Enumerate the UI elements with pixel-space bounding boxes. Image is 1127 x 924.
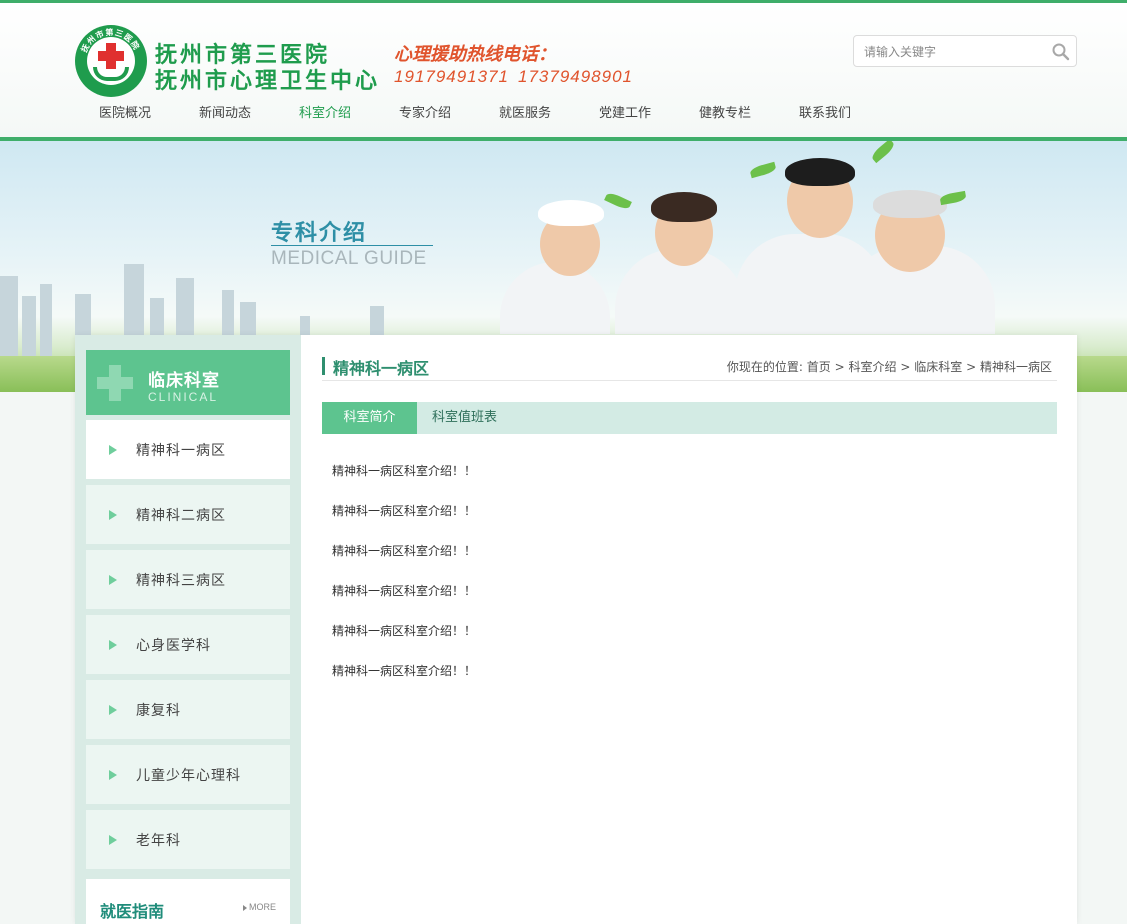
intro-paragraph: 精神科一病区科室介绍！！ xyxy=(332,504,477,518)
intro-paragraph: 精神科一病区科室介绍！！ xyxy=(332,584,477,598)
city-building xyxy=(40,284,52,356)
site-header: 抚州市第三医院 抚州市第三医院 抚州市心理卫生中心 心理援助热线电话： 1917… xyxy=(0,3,1127,139)
hotline-label: 心理援助热线电话： xyxy=(394,44,556,65)
medical-guide-title: 就医指南 xyxy=(100,902,165,921)
hospital-logo-icon[interactable]: 抚州市第三医院 xyxy=(75,25,147,97)
tab-duty-schedule[interactable]: 科室值班表 xyxy=(417,402,512,434)
nav-item-hospital-overview[interactable]: 医院概况 xyxy=(75,103,175,127)
breadcrumb-separator: > xyxy=(834,360,845,374)
title-accent-bar xyxy=(322,357,325,375)
female-doctor-figure xyxy=(615,164,745,334)
sidebar-item-label: 心身医学科 xyxy=(136,638,211,654)
sidebar-title: 临床科室 xyxy=(148,371,220,391)
content-header: 精神科一病区 你现在的位置: 首页 > 科室介绍 > 临床科室 > 精神科一病区 xyxy=(322,353,1057,381)
sidebar: 临床科室 CLINICAL 精神科一病区 精神科二病区 精神科三病区 心身医学科 xyxy=(75,335,301,924)
nav-item-contact[interactable]: 联系我们 xyxy=(775,103,875,127)
sidebar-item-label: 儿童少年心理科 xyxy=(136,768,241,784)
breadcrumb-separator: > xyxy=(900,360,911,374)
triangle-right-icon xyxy=(109,640,117,650)
sidebar-item-rehabilitation[interactable]: 康复科 xyxy=(86,680,290,739)
sidebar-item-label: 康复科 xyxy=(136,703,181,719)
red-cross-icon-h xyxy=(98,51,124,61)
city-building xyxy=(22,296,36,356)
sidebar-subtitle: CLINICAL xyxy=(148,390,219,404)
banner-title-rule xyxy=(271,245,433,246)
content-wrapper: 临床科室 CLINICAL 精神科一病区 精神科二病区 精神科三病区 心身医学科 xyxy=(75,335,1077,924)
triangle-right-icon xyxy=(109,445,117,455)
sidebar-item-label: 老年科 xyxy=(136,833,181,849)
sidebar-item-ward-1[interactable]: 精神科一病区 xyxy=(86,420,290,479)
main-nav: 医院概况 新闻动态 科室介绍 专家介绍 就医服务 党建工作 健教专栏 联系我们 xyxy=(75,103,875,127)
search-box xyxy=(853,35,1077,67)
hotline-number: 17379498901 xyxy=(518,67,634,86)
nurse-figure xyxy=(500,184,610,334)
sidebar-item-psychosomatic[interactable]: 心身医学科 xyxy=(86,615,290,674)
sidebar-item-child-psychology[interactable]: 儿童少年心理科 xyxy=(86,745,290,804)
sidebar-item-ward-2[interactable]: 精神科二病区 xyxy=(86,485,290,544)
breadcrumb: 你现在的位置: 首页 > 科室介绍 > 临床科室 > 精神科一病区 xyxy=(727,358,1052,375)
intro-paragraph: 精神科一病区科室介绍！！ xyxy=(332,544,477,558)
search-input[interactable] xyxy=(864,42,1044,62)
hospital-subname: 抚州市心理卫生中心 xyxy=(155,68,381,94)
senior-doctor-figure xyxy=(845,174,995,334)
intro-paragraph: 精神科一病区科室介绍！！ xyxy=(332,624,477,638)
main-content: 精神科一病区 你现在的位置: 首页 > 科室介绍 > 临床科室 > 精神科一病区… xyxy=(322,335,1057,924)
breadcrumb-current[interactable]: 精神科一病区 xyxy=(980,360,1052,374)
content-tabs: 科室简介 科室值班表 xyxy=(322,402,1057,434)
nav-item-departments[interactable]: 科室介绍 xyxy=(275,103,375,127)
breadcrumb-separator: > xyxy=(966,360,977,374)
sidebar-item-geriatrics[interactable]: 老年科 xyxy=(86,810,290,869)
medical-cross-icon-h xyxy=(97,377,133,389)
tab-department-intro[interactable]: 科室简介 xyxy=(322,402,417,434)
hotline-number: 19179491371 xyxy=(394,67,510,86)
triangle-right-icon xyxy=(109,770,117,780)
sidebar-item-label: 精神科三病区 xyxy=(136,573,226,589)
breadcrumb-departments[interactable]: 科室介绍 xyxy=(849,360,897,374)
search-icon[interactable] xyxy=(1051,42,1071,62)
banner-subtitle: MEDICAL GUIDE xyxy=(271,248,427,269)
breadcrumb-clinical[interactable]: 临床科室 xyxy=(914,360,962,374)
more-link[interactable]: MORE xyxy=(249,902,276,912)
triangle-right-icon xyxy=(109,705,117,715)
intro-paragraph: 精神科一病区科室介绍！！ xyxy=(332,664,477,678)
triangle-right-icon xyxy=(109,835,117,845)
nav-item-party-building[interactable]: 党建工作 xyxy=(575,103,675,127)
city-building xyxy=(0,276,18,356)
nav-item-experts[interactable]: 专家介绍 xyxy=(375,103,475,127)
sidebar-item-label: 精神科二病区 xyxy=(136,508,226,524)
banner-title: 专科介绍 xyxy=(271,220,368,246)
sidebar-item-label: 精神科一病区 xyxy=(136,443,226,459)
intro-paragraph: 精神科一病区科室介绍！！ xyxy=(332,464,477,478)
breadcrumb-prefix: 你现在的位置: xyxy=(726,360,803,374)
nav-item-medical-service[interactable]: 就医服务 xyxy=(475,103,575,127)
triangle-right-icon xyxy=(109,510,117,520)
nav-item-health-education[interactable]: 健教专栏 xyxy=(675,103,775,127)
page-title: 精神科一病区 xyxy=(333,359,430,378)
sidebar-header: 临床科室 CLINICAL xyxy=(86,350,290,415)
sidebar-item-ward-3[interactable]: 精神科三病区 xyxy=(86,550,290,609)
triangle-right-icon xyxy=(109,575,117,585)
more-arrow-icon xyxy=(243,905,247,911)
breadcrumb-home[interactable]: 首页 xyxy=(807,360,831,374)
medical-guide-box: 就医指南 MORE xyxy=(86,879,290,924)
nav-item-news[interactable]: 新闻动态 xyxy=(175,103,275,127)
